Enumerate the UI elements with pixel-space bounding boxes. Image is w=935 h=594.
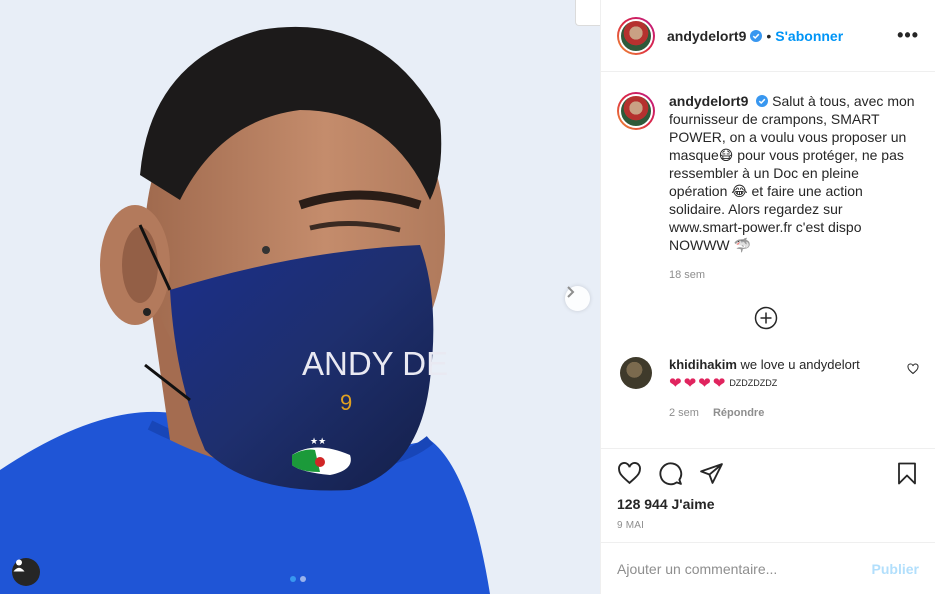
caption-timestamp[interactable]: 18 sem bbox=[669, 266, 919, 284]
caption: andydelort9 Salut à tous, avec mon fourn… bbox=[617, 92, 919, 284]
chevron-right-icon bbox=[567, 286, 575, 298]
user-tag-button[interactable] bbox=[12, 558, 40, 586]
heart-emoji: ❤ bbox=[698, 374, 711, 392]
action-icons bbox=[617, 461, 919, 486]
caption-avatar[interactable] bbox=[617, 92, 655, 130]
post-image[interactable]: ANDY DE 9 ★★ bbox=[0, 0, 600, 594]
header-username[interactable]: andydelort9 bbox=[667, 28, 746, 44]
mask-print-text: ANDY DE bbox=[302, 345, 448, 382]
comment-suffix: DZDZDZDZ bbox=[729, 378, 778, 388]
comment-timestamp[interactable]: 2 sem bbox=[669, 405, 699, 421]
carousel-indicator bbox=[290, 576, 306, 582]
add-comment-input[interactable] bbox=[617, 560, 872, 577]
add-comment-bar: Publier bbox=[601, 542, 935, 594]
comment-bubble-icon[interactable] bbox=[658, 461, 683, 486]
post-photo: ANDY DE 9 ★★ bbox=[0, 0, 600, 594]
comment-hearts: ❤ ❤ ❤ ❤ DZDZDZDZ bbox=[669, 375, 899, 391]
mask-print-number: 9 bbox=[340, 390, 352, 415]
next-image-button[interactable] bbox=[565, 286, 590, 311]
carousel-dot-active bbox=[290, 576, 296, 582]
post-side-panel: andydelort9 • S'abonner ••• andydelort9 … bbox=[600, 0, 935, 594]
caption-body: andydelort9 Salut à tous, avec mon fourn… bbox=[669, 92, 919, 284]
caption-text: Salut à tous, avec mon fournisseur de cr… bbox=[669, 93, 915, 253]
caption-username[interactable]: andydelort9 bbox=[669, 93, 748, 109]
comment-body: khidihakim we love u andydelort ❤ ❤ ❤ ❤ … bbox=[669, 357, 899, 421]
avatar[interactable] bbox=[617, 16, 655, 55]
svg-text:★★: ★★ bbox=[310, 437, 326, 447]
save-bookmark-icon[interactable] bbox=[895, 461, 919, 486]
verified-badge-icon bbox=[756, 95, 769, 107]
like-heart-icon[interactable] bbox=[617, 461, 642, 486]
reply-button[interactable]: Répondre bbox=[713, 405, 764, 421]
more-options-icon[interactable]: ••• bbox=[897, 25, 919, 46]
share-paper-plane-icon[interactable] bbox=[699, 461, 724, 486]
post-date[interactable]: 9 MAI bbox=[617, 520, 919, 531]
post-header: andydelort9 • S'abonner ••• bbox=[601, 0, 935, 72]
heart-emoji: ❤ bbox=[669, 374, 682, 392]
verified-badge-icon bbox=[750, 29, 763, 42]
carousel-dot bbox=[300, 576, 306, 582]
heart-emoji: ❤ bbox=[712, 374, 726, 392]
comment-item: khidihakim we love u andydelort ❤ ❤ ❤ ❤ … bbox=[617, 357, 919, 421]
comment-like-heart-icon[interactable] bbox=[907, 363, 919, 375]
follow-button[interactable]: S'abonner bbox=[775, 28, 843, 44]
comment-meta: 2 sem Répondre bbox=[669, 405, 899, 421]
comment-avatar[interactable] bbox=[620, 357, 652, 389]
heart-emoji: ❤ bbox=[683, 374, 697, 392]
separator: • bbox=[766, 27, 772, 44]
comments-section: andydelort9 Salut à tous, avec mon fourn… bbox=[601, 72, 935, 448]
likes-count[interactable]: 128 944 J'aime bbox=[617, 496, 919, 512]
load-more-comments-icon[interactable] bbox=[754, 306, 778, 330]
publish-button[interactable]: Publier bbox=[872, 561, 919, 577]
comment-username[interactable]: khidihakim bbox=[669, 357, 737, 372]
window-corner bbox=[575, 0, 600, 26]
post-actions: 128 944 J'aime 9 MAI bbox=[601, 448, 935, 531]
comment-text: we love u andydelort bbox=[740, 357, 860, 372]
user-icon bbox=[13, 559, 25, 572]
